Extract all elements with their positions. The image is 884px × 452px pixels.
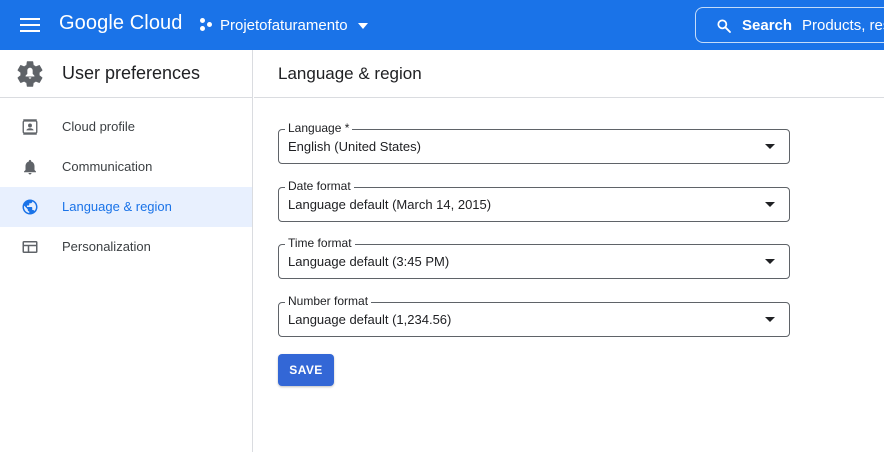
- menu-icon[interactable]: [20, 15, 40, 35]
- profile-card-icon: [22, 119, 38, 135]
- sidebar-item-label: Communication: [62, 159, 153, 174]
- date-format-select[interactable]: Date format Language default (March 14, …: [278, 179, 790, 222]
- sidebar-item-label: Language & region: [62, 199, 172, 214]
- search-label: Search: [742, 17, 793, 34]
- sidebar-item-communication[interactable]: Communication: [0, 147, 252, 187]
- sidebar-item-label: Personalization: [62, 239, 151, 254]
- number-format-select[interactable]: Number format Language default (1,234.56…: [278, 294, 790, 337]
- sidebar-item-personalization[interactable]: Personalization: [0, 227, 252, 267]
- sidebar-title: User preferences: [62, 63, 201, 83]
- main-header: Language & region: [254, 50, 884, 98]
- sidebar-item-cloud-profile[interactable]: Cloud profile: [0, 107, 252, 147]
- date-format-label: Date format: [285, 179, 354, 193]
- bell-icon: [24, 159, 36, 175]
- google-cloud-logo[interactable]: Google Cloud: [59, 12, 183, 35]
- chevron-down-icon: [357, 23, 368, 29]
- layout-icon: [22, 241, 38, 253]
- date-format-value: Language default (March 14, 2015): [288, 197, 492, 212]
- globe-icon: [22, 199, 38, 215]
- sidebar-header: User preferences: [0, 50, 253, 98]
- time-format-value: Language default (3:45 PM): [288, 254, 450, 269]
- time-format-label: Time format: [285, 236, 355, 250]
- dropdown-arrow-icon: [765, 259, 775, 264]
- search-icon: [717, 19, 731, 33]
- gear-icon: [17, 61, 43, 87]
- project-selector[interactable]: Projetofaturamento: [200, 13, 368, 37]
- save-button[interactable]: SAVE: [278, 354, 334, 386]
- project-name: Projetofaturamento: [220, 16, 348, 34]
- language-value: English (United States): [288, 139, 421, 154]
- search-bar[interactable]: Search Products, res: [695, 7, 884, 43]
- language-select[interactable]: Language * English (United States): [278, 121, 790, 164]
- sidebar-item-label: Cloud profile: [62, 119, 135, 134]
- project-icon: [200, 18, 214, 32]
- page-title: Language & region: [278, 64, 422, 83]
- number-format-value: Language default (1,234.56): [288, 312, 452, 327]
- sidebar-item-language-region[interactable]: Language & region: [0, 187, 252, 227]
- search-placeholder: Products, res: [802, 17, 884, 34]
- top-app-bar: Google Cloud Projetofaturamento Search P…: [0, 0, 884, 50]
- language-label: Language *: [285, 121, 353, 135]
- time-format-select[interactable]: Time format Language default (3:45 PM): [278, 236, 790, 279]
- dropdown-arrow-icon: [765, 144, 775, 149]
- sidebar: User preferences Cloud profile Communica…: [0, 50, 253, 452]
- number-format-label: Number format: [285, 294, 372, 308]
- dropdown-arrow-icon: [765, 202, 775, 207]
- dropdown-arrow-icon: [765, 317, 775, 322]
